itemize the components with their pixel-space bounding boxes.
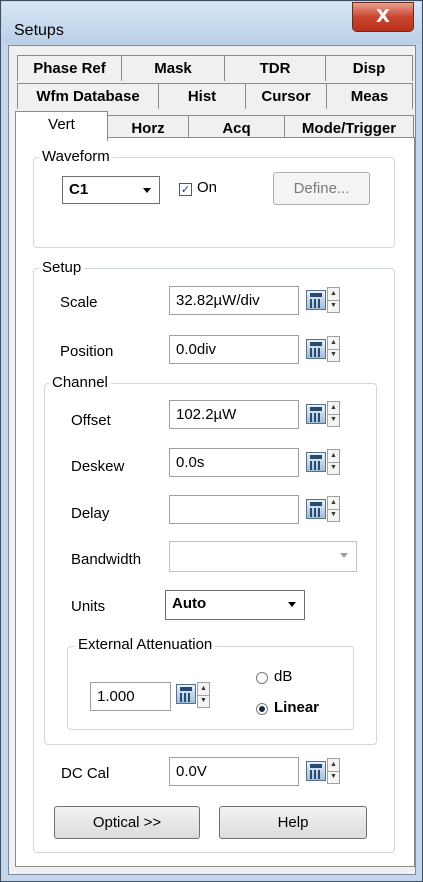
- delay-input[interactable]: [169, 495, 299, 524]
- position-input[interactable]: 0.0div: [169, 335, 299, 364]
- spin-down-icon[interactable]: ▼: [328, 509, 339, 521]
- chevron-down-icon: [340, 553, 348, 558]
- offset-input[interactable]: 102.2µW: [169, 400, 299, 429]
- deskew-spinner[interactable]: ▲ ▼: [327, 449, 340, 475]
- db-label: dB: [274, 668, 293, 685]
- deskew-input[interactable]: 0.0s: [169, 448, 299, 477]
- spin-down-icon[interactable]: ▼: [328, 771, 339, 783]
- units-select[interactable]: Auto: [165, 590, 305, 620]
- linear-radio[interactable]: [256, 703, 268, 715]
- tab-wfm-database[interactable]: Wfm Database: [17, 83, 159, 109]
- calculator-icon[interactable]: [306, 452, 326, 472]
- tab-disp[interactable]: Disp: [325, 55, 413, 81]
- setups-window: Setups X Phase Ref Mask TDR Disp Wfm Dat…: [0, 0, 423, 882]
- channel-group-label: Channel: [49, 374, 111, 391]
- tab-mask[interactable]: Mask: [121, 55, 225, 81]
- linear-label: Linear: [274, 699, 320, 716]
- attenuation-input[interactable]: 1.000: [90, 682, 171, 711]
- offset-spinner[interactable]: ▲ ▼: [327, 401, 340, 427]
- external-attenuation-label: External Attenuation: [75, 636, 216, 653]
- chevron-down-icon: [288, 602, 296, 607]
- spin-down-icon[interactable]: ▼: [328, 414, 339, 426]
- dc-cal-label: DC Cal: [61, 765, 110, 782]
- dc-cal-input[interactable]: 0.0V: [169, 757, 299, 786]
- position-label: Position: [60, 343, 114, 360]
- position-spinner[interactable]: ▲ ▼: [327, 336, 340, 362]
- calculator-icon[interactable]: [306, 290, 326, 310]
- bandwidth-label: Bandwidth: [71, 551, 142, 568]
- help-button[interactable]: Help: [219, 806, 367, 839]
- optical-button[interactable]: Optical >>: [54, 806, 200, 839]
- spin-down-icon[interactable]: ▼: [328, 349, 339, 361]
- scale-input[interactable]: 32.82µW/div: [169, 286, 299, 315]
- calculator-icon[interactable]: [306, 499, 326, 519]
- tab-meas[interactable]: Meas: [326, 83, 413, 109]
- channel-select[interactable]: C1: [62, 176, 160, 204]
- spin-down-icon[interactable]: ▼: [198, 695, 209, 707]
- dc-cal-spinner[interactable]: ▲ ▼: [327, 758, 340, 784]
- calculator-icon[interactable]: [306, 404, 326, 424]
- vert-tab-panel: Waveform C1 ✓ On Define... Setup Scale 3…: [15, 137, 415, 867]
- offset-label: Offset: [71, 412, 111, 429]
- calculator-icon[interactable]: [306, 761, 326, 781]
- attenuation-spinner[interactable]: ▲ ▼: [197, 682, 210, 708]
- calculator-icon[interactable]: [176, 684, 196, 704]
- scale-label: Scale: [60, 294, 98, 311]
- bandwidth-select[interactable]: [169, 541, 357, 572]
- deskew-label: Deskew: [71, 458, 125, 475]
- setup-group-label: Setup: [39, 259, 85, 276]
- db-radio[interactable]: [256, 672, 268, 684]
- chevron-down-icon: [143, 188, 151, 193]
- channel-select-value: C1: [69, 181, 89, 198]
- units-select-value: Auto: [172, 595, 207, 612]
- delay-label: Delay: [71, 505, 110, 522]
- waveform-group-label: Waveform: [39, 148, 113, 165]
- on-checkbox[interactable]: ✓: [179, 183, 192, 196]
- tab-vert[interactable]: Vert: [15, 111, 108, 141]
- title-bar: Setups X: [2, 2, 421, 44]
- close-button[interactable]: X: [352, 2, 414, 32]
- delay-spinner[interactable]: ▲ ▼: [327, 496, 340, 522]
- tab-phase-ref[interactable]: Phase Ref: [17, 55, 122, 81]
- tab-tdr[interactable]: TDR: [224, 55, 326, 81]
- on-label: On: [197, 179, 218, 196]
- calculator-icon[interactable]: [306, 339, 326, 359]
- scale-spinner[interactable]: ▲ ▼: [327, 287, 340, 313]
- spin-down-icon[interactable]: ▼: [328, 300, 339, 312]
- window-title: Setups: [14, 22, 64, 39]
- tab-cursor[interactable]: Cursor: [245, 83, 327, 109]
- tab-hist[interactable]: Hist: [158, 83, 246, 109]
- define-button[interactable]: Define...: [273, 172, 370, 205]
- units-label: Units: [71, 598, 106, 615]
- spin-down-icon[interactable]: ▼: [328, 462, 339, 474]
